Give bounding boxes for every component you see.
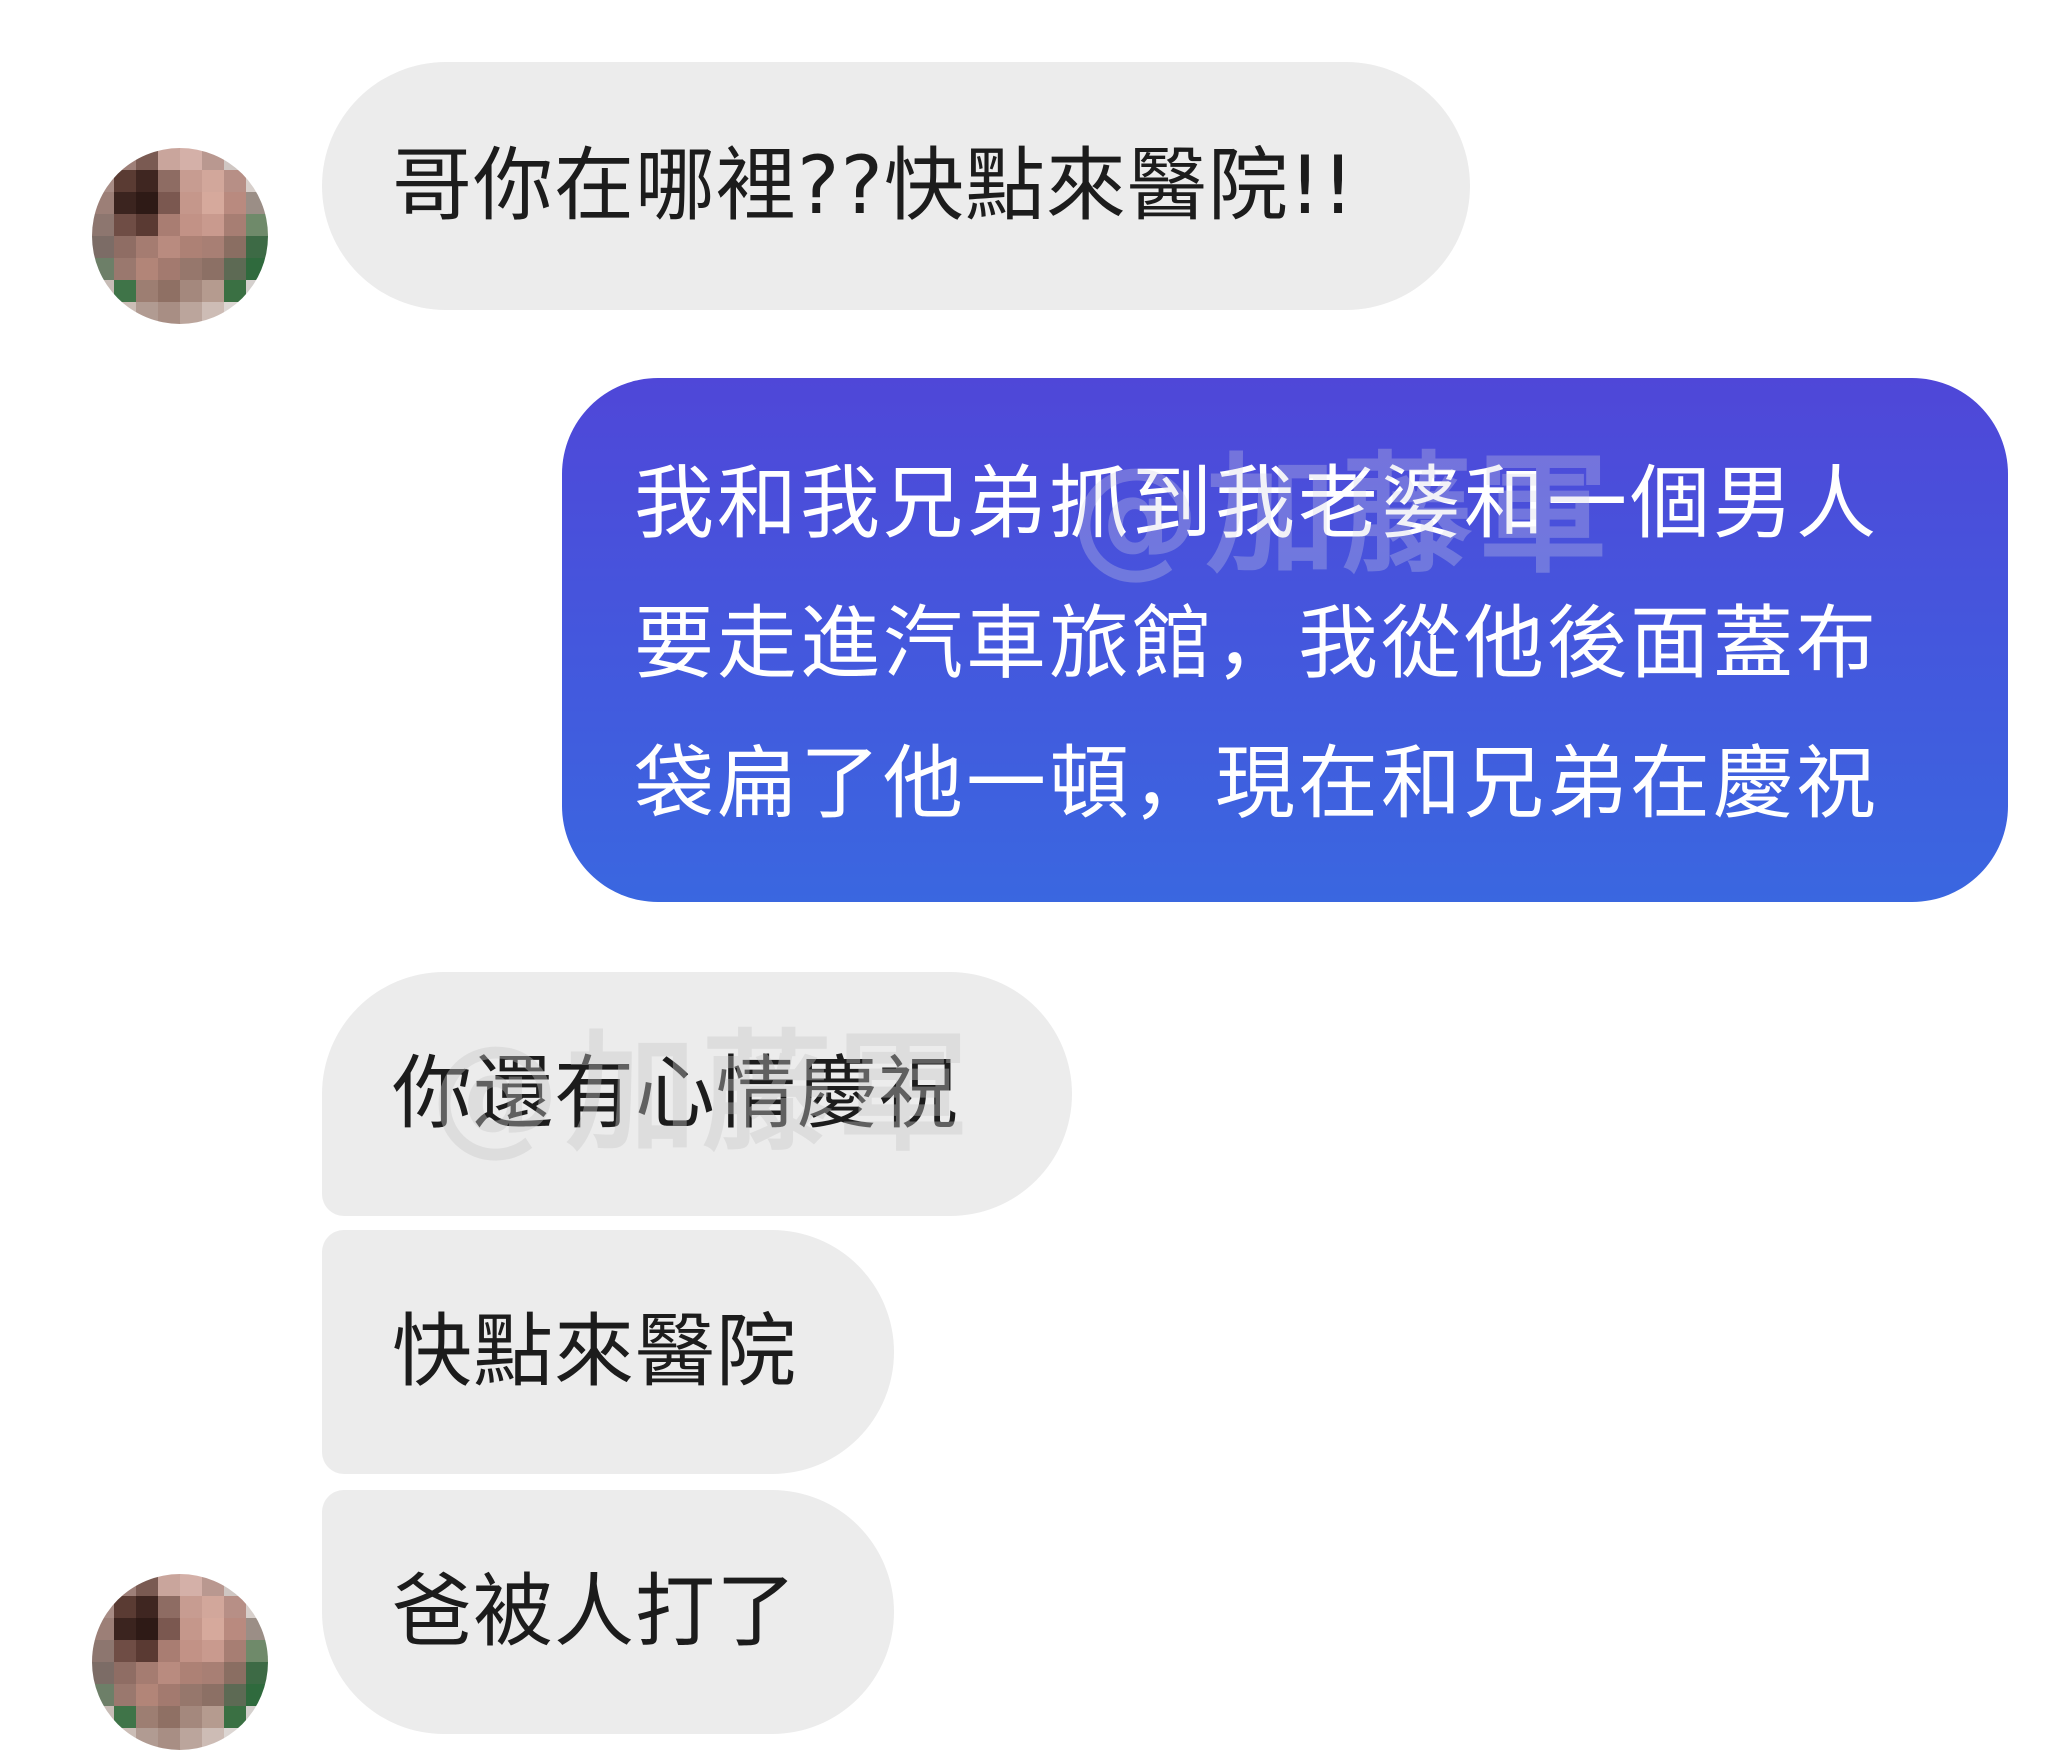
incoming-message-bubble[interactable]: 爸被人打了	[322, 1490, 894, 1734]
incoming-message-bubble[interactable]: 快點來醫院	[322, 1230, 894, 1474]
incoming-message-bubble[interactable]: 你還有心情慶祝	[322, 972, 1072, 1216]
message-text: 我和我兄弟抓到我老婆和一個男人要走進汽車旅館，我從他後面蓋布袋扁了他一頓，現在和…	[634, 457, 1879, 830]
message-text: 快點來醫院	[392, 1305, 797, 1398]
contact-avatar[interactable]	[92, 1574, 268, 1750]
message-text: 哥你在哪裡??快點來醫院!!	[392, 139, 1356, 232]
outgoing-message-bubble[interactable]: 我和我兄弟抓到我老婆和一個男人要走進汽車旅館，我從他後面蓋布袋扁了他一頓，現在和…	[562, 378, 2008, 902]
incoming-message-bubble[interactable]: 哥你在哪裡??快點來醫院!!	[322, 62, 1470, 310]
message-text: 爸被人打了	[392, 1565, 797, 1658]
message-text: 你還有心情慶祝	[392, 1047, 959, 1140]
chat-thread: 哥你在哪裡??快點來醫院!! 我和我兄弟抓到我老婆和一個男人要走進汽車旅館，我從…	[0, 0, 2048, 1762]
contact-avatar[interactable]	[92, 148, 268, 324]
